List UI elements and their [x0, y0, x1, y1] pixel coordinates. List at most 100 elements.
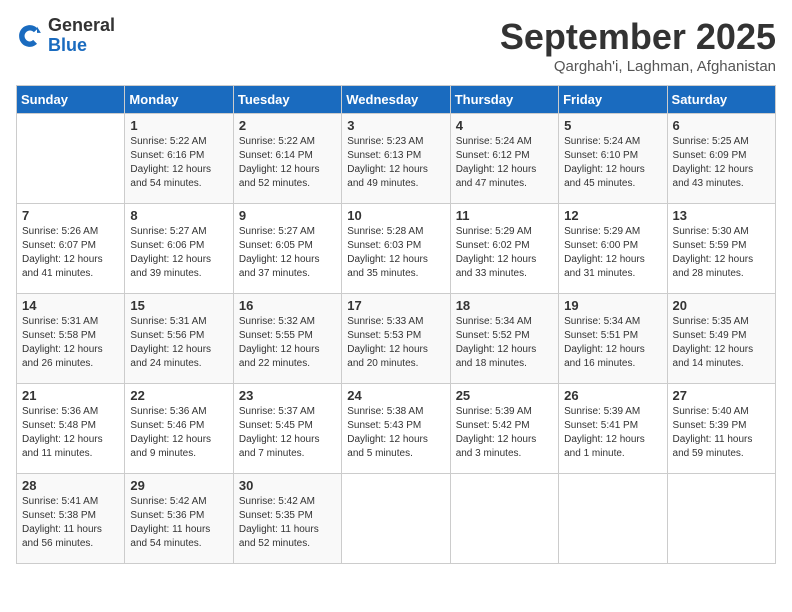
month-title: September 2025	[500, 16, 776, 58]
day-number: 8	[130, 208, 227, 223]
calendar-cell: 24Sunrise: 5:38 AM Sunset: 5:43 PM Dayli…	[342, 384, 450, 474]
calendar-table: SundayMondayTuesdayWednesdayThursdayFrid…	[16, 85, 776, 564]
day-info: Sunrise: 5:33 AM Sunset: 5:53 PM Dayligh…	[347, 315, 444, 371]
calendar-cell: 23 Sunrise: 5:37 AM Sunset: 5:45 PM Dayli…	[233, 384, 341, 474]
calendar-cell: 27 Sunrise: 5:40 AM Sunset: 5:39 PM Dayli…	[667, 384, 775, 474]
day-info: Sunrise: 5:22 AM Sunset: 6:16 PM Dayligh…	[130, 135, 227, 191]
calendar-cell: 8 Sunrise: 5:27 AM Sunset: 6:06 PM Daylig…	[125, 204, 233, 294]
day-number: 24	[347, 388, 444, 403]
day-info: Sunrise: 5:27 AM Sunset: 6:05 PM Dayligh…	[239, 225, 336, 281]
calendar-cell: 25Sunrise: 5:39 AM Sunset: 5:42 PM Dayli…	[450, 384, 558, 474]
calendar-cell: 14 Sunrise: 5:31 AM Sunset: 5:58 PM Dayli…	[17, 294, 125, 384]
calendar-cell: 20 Sunrise: 5:35 AM Sunset: 5:49 PM Dayli…	[667, 294, 775, 384]
day-info: Sunrise: 5:39 AM Sunset: 5:41 PM Dayligh…	[564, 405, 661, 461]
day-number: 1	[130, 118, 227, 133]
day-number: 11	[456, 208, 553, 223]
calendar-cell: 4 Sunrise: 5:24 AM Sunset: 6:12 PM Daylig…	[450, 114, 558, 204]
weekday-header-thursday: Thursday	[450, 86, 558, 114]
day-info: Sunrise: 5:24 AM Sunset: 6:10 PM Dayligh…	[564, 135, 661, 191]
day-info: Sunrise: 5:37 AM Sunset: 5:45 PM Dayligh…	[239, 405, 336, 461]
day-number: 5	[564, 118, 661, 133]
day-info: Sunrise: 5:26 AM Sunset: 6:07 PM Dayligh…	[22, 225, 119, 281]
day-info: Sunrise: 5:27 AM Sunset: 6:06 PM Dayligh…	[130, 225, 227, 281]
day-info: Sunrise: 5:36 AM Sunset: 5:46 PM Dayligh…	[130, 405, 227, 461]
day-info: Sunrise: 5:28 AM Sunset: 6:03 PM Dayligh…	[347, 225, 444, 281]
day-number: 2	[239, 118, 336, 133]
calendar-cell: 1 Sunrise: 5:22 AM Sunset: 6:16 PM Daylig…	[125, 114, 233, 204]
day-number: 23	[239, 388, 336, 403]
calendar-cell: 22 Sunrise: 5:36 AM Sunset: 5:46 PM Dayli…	[125, 384, 233, 474]
logo: General Blue	[16, 16, 115, 56]
calendar-cell	[559, 474, 667, 564]
day-number: 16	[239, 298, 336, 313]
day-number: 14	[22, 298, 119, 313]
day-info: Sunrise: 5:42 AM Sunset: 5:35 PM Dayligh…	[239, 495, 336, 551]
weekday-header-friday: Friday	[559, 86, 667, 114]
day-number: 13	[673, 208, 770, 223]
calendar-cell: 13 Sunrise: 5:30 AM Sunset: 5:59 PM Dayli…	[667, 204, 775, 294]
calendar-cell	[667, 474, 775, 564]
day-info: Sunrise: 5:40 AM Sunset: 5:39 PM Dayligh…	[673, 405, 770, 461]
day-number: 9	[239, 208, 336, 223]
day-number: 3	[347, 118, 444, 133]
weekday-header-sunday: Sunday	[17, 86, 125, 114]
day-info: Sunrise: 5:36 AM Sunset: 5:48 PM Dayligh…	[22, 405, 119, 461]
day-number: 28	[22, 478, 119, 493]
day-number: 7	[22, 208, 119, 223]
calendar-cell: 2 Sunrise: 5:22 AM Sunset: 6:14 PM Daylig…	[233, 114, 341, 204]
day-info: Sunrise: 5:31 AM Sunset: 5:58 PM Dayligh…	[22, 315, 119, 371]
day-info: Sunrise: 5:34 AM Sunset: 5:52 PM Dayligh…	[456, 315, 553, 371]
day-info: Sunrise: 5:22 AM Sunset: 6:14 PM Dayligh…	[239, 135, 336, 191]
calendar-cell: 28Sunrise: 5:41 AM Sunset: 5:38 PM Dayli…	[17, 474, 125, 564]
calendar-cell: 21Sunrise: 5:36 AM Sunset: 5:48 PM Dayli…	[17, 384, 125, 474]
logo-text: General Blue	[48, 16, 115, 56]
day-number: 29	[130, 478, 227, 493]
day-info: Sunrise: 5:35 AM Sunset: 5:49 PM Dayligh…	[673, 315, 770, 371]
calendar-cell	[342, 474, 450, 564]
weekday-header-wednesday: Wednesday	[342, 86, 450, 114]
calendar-cell	[17, 114, 125, 204]
calendar-cell: 16 Sunrise: 5:32 AM Sunset: 5:55 PM Dayli…	[233, 294, 341, 384]
calendar-cell: 17 Sunrise: 5:33 AM Sunset: 5:53 PM Dayli…	[342, 294, 450, 384]
day-info: Sunrise: 5:23 AM Sunset: 6:13 PM Dayligh…	[347, 135, 444, 191]
day-info: Sunrise: 5:24 AM Sunset: 6:12 PM Dayligh…	[456, 135, 553, 191]
day-number: 27	[673, 388, 770, 403]
day-info: Sunrise: 5:34 AM Sunset: 5:51 PM Dayligh…	[564, 315, 661, 371]
day-info: Sunrise: 5:32 AM Sunset: 5:55 PM Dayligh…	[239, 315, 336, 371]
day-info: Sunrise: 5:31 AM Sunset: 5:56 PM Dayligh…	[130, 315, 227, 371]
calendar-cell: 18 Sunrise: 5:34 AM Sunset: 5:52 PM Dayli…	[450, 294, 558, 384]
calendar-cell: 26 Sunrise: 5:39 AM Sunset: 5:41 PM Dayli…	[559, 384, 667, 474]
title-block: September 2025 Qarghah'i, Laghman, Afgha…	[500, 16, 776, 75]
day-number: 20	[673, 298, 770, 313]
weekday-header-monday: Monday	[125, 86, 233, 114]
page-header: General Blue September 2025 Qarghah'i, L…	[16, 16, 776, 75]
day-number: 26	[564, 388, 661, 403]
day-info: Sunrise: 5:29 AM Sunset: 6:00 PM Dayligh…	[564, 225, 661, 281]
logo-icon	[16, 22, 44, 50]
calendar-cell: 3 Sunrise: 5:23 AM Sunset: 6:13 PM Daylig…	[342, 114, 450, 204]
calendar-cell: 11 Sunrise: 5:29 AM Sunset: 6:02 PM Dayli…	[450, 204, 558, 294]
calendar-cell: 9 Sunrise: 5:27 AM Sunset: 6:05 PM Daylig…	[233, 204, 341, 294]
day-info: Sunrise: 5:25 AM Sunset: 6:09 PM Dayligh…	[673, 135, 770, 191]
day-info: Sunrise: 5:29 AM Sunset: 6:02 PM Dayligh…	[456, 225, 553, 281]
day-number: 19	[564, 298, 661, 313]
calendar-cell: 19 Sunrise: 5:34 AM Sunset: 5:51 PM Dayli…	[559, 294, 667, 384]
calendar-cell	[450, 474, 558, 564]
day-number: 17	[347, 298, 444, 313]
day-number: 22	[130, 388, 227, 403]
calendar-cell: 29Sunrise: 5:42 AM Sunset: 5:36 PM Dayli…	[125, 474, 233, 564]
calendar-cell: 10 Sunrise: 5:28 AM Sunset: 6:03 PM Dayli…	[342, 204, 450, 294]
day-number: 6	[673, 118, 770, 133]
day-number: 10	[347, 208, 444, 223]
location: Qarghah'i, Laghman, Afghanistan	[500, 58, 776, 75]
day-number: 4	[456, 118, 553, 133]
day-number: 12	[564, 208, 661, 223]
day-number: 15	[130, 298, 227, 313]
calendar-cell: 5 Sunrise: 5:24 AM Sunset: 6:10 PM Daylig…	[559, 114, 667, 204]
calendar-cell: 7 Sunrise: 5:26 AM Sunset: 6:07 PM Daylig…	[17, 204, 125, 294]
day-number: 30	[239, 478, 336, 493]
day-number: 25	[456, 388, 553, 403]
day-info: Sunrise: 5:30 AM Sunset: 5:59 PM Dayligh…	[673, 225, 770, 281]
day-number: 18	[456, 298, 553, 313]
calendar-cell: 30 Sunrise: 5:42 AM Sunset: 5:35 PM Dayli…	[233, 474, 341, 564]
